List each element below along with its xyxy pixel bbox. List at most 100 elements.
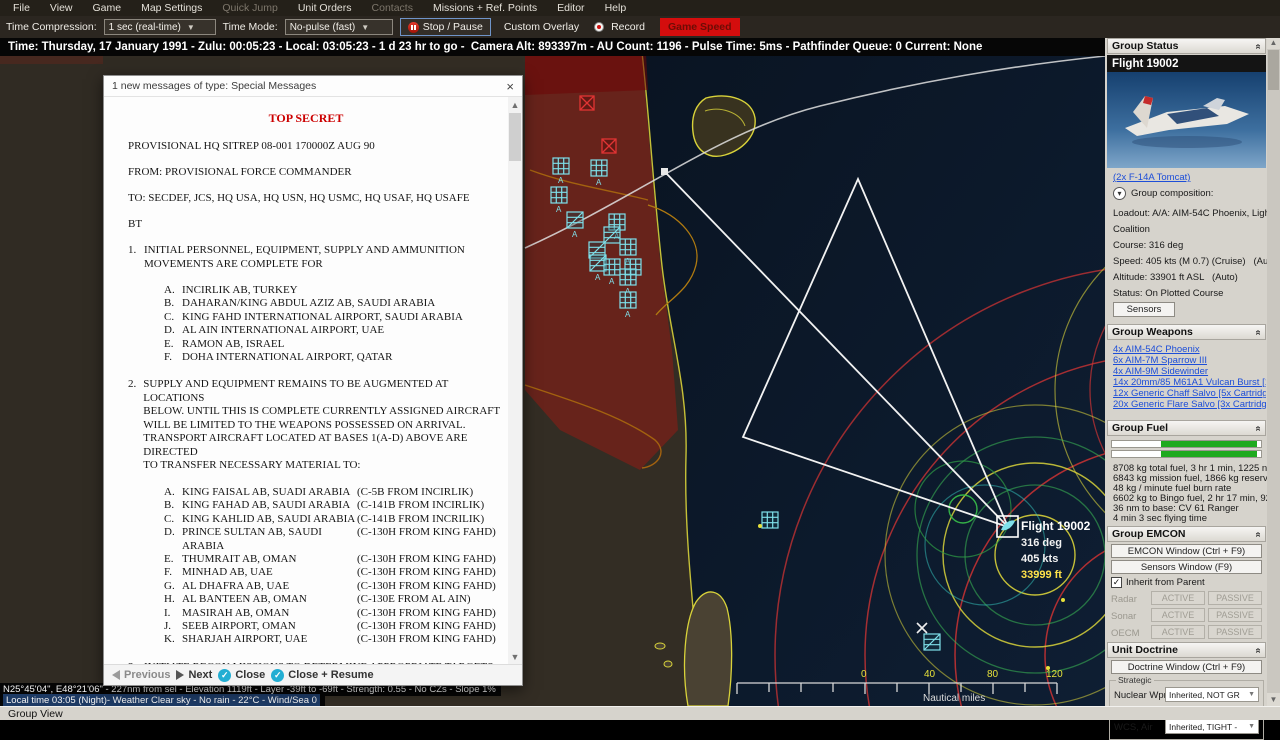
chevron-down-icon: ▼ — [1248, 691, 1255, 698]
svg-text:405 kts: 405 kts — [1021, 553, 1058, 565]
message-scrollbar[interactable]: ▲ ▼ — [508, 97, 522, 664]
panel-scrollbar[interactable]: ▲ ▼ — [1267, 36, 1280, 706]
custom-overlay-button[interactable]: Custom Overlay — [504, 21, 579, 33]
menu-game[interactable]: Game — [84, 1, 131, 15]
status-text: Status: On Plotted Course — [1113, 288, 1224, 299]
group-fuel-header[interactable]: Group Fuel « — [1107, 420, 1266, 436]
menu-unit-orders[interactable]: Unit Orders — [289, 1, 361, 15]
time-compression-label: Time Compression: — [6, 21, 97, 33]
time-mode-select[interactable]: No-pulse (fast) ▼ — [284, 19, 393, 35]
check-icon: ✓ — [271, 668, 285, 682]
time-mode-label: Time Mode: — [222, 21, 278, 33]
sitrep-list-2: A. KING FAISAL AB, SUADI ARABIA (C-5B FROM… — [164, 485, 496, 646]
oecm-label: OECM — [1111, 628, 1140, 639]
scroll-up-icon[interactable]: ▲ — [508, 97, 522, 112]
previous-icon — [112, 670, 120, 680]
scroll-down-icon[interactable]: ▼ — [508, 649, 522, 664]
chevron-down-icon: ▼ — [1248, 723, 1255, 730]
record-label: Record — [611, 21, 645, 33]
menu-map-settings[interactable]: Map Settings — [132, 1, 211, 15]
radar-passive-button[interactable]: PASSIVE — [1208, 591, 1262, 605]
scroll-thumb[interactable] — [509, 113, 521, 161]
collapse-icon[interactable]: « — [1253, 43, 1264, 49]
sitrep-bt: BT — [128, 218, 143, 230]
classification-banner: TOP SECRET — [268, 111, 344, 125]
group-composition-label: Group composition: — [1131, 188, 1214, 199]
svg-text:40: 40 — [924, 669, 936, 680]
svg-text:80: 80 — [987, 669, 999, 680]
menu-bar: File View Game Map Settings Quick Jump U… — [0, 0, 1280, 16]
side-text: Coalition — [1113, 224, 1150, 235]
scroll-down-icon[interactable]: ▼ — [1267, 693, 1280, 706]
game-speed-button[interactable]: Game Speed — [659, 18, 740, 36]
next-button[interactable]: Next — [176, 669, 212, 681]
time-compression-select[interactable]: 1 sec (real-time) ▼ — [103, 19, 216, 35]
special-messages-window: 1 new messages of type: Special Messages… — [103, 75, 523, 686]
menu-missions-ref-points[interactable]: Missions + Ref. Points — [424, 1, 546, 15]
doctrine-window-button[interactable]: Doctrine Window (Ctrl + F9) — [1111, 660, 1262, 674]
sensors-button[interactable]: Sensors — [1113, 302, 1175, 317]
scroll-thumb[interactable] — [1268, 50, 1279, 90]
svg-text:A: A — [596, 178, 602, 187]
sitrep-to: TO: SECDEF, JCS, HQ USA, HQ USN, HQ USMC… — [128, 192, 470, 204]
group-status-header[interactable]: Group Status « — [1107, 38, 1266, 54]
nuclear-wpn-label: Nuclear Wpn — [1114, 690, 1169, 701]
previous-button[interactable]: Previous — [112, 669, 170, 681]
loadout-text: Loadout: A/A: AIM-54C Phoenix, Light+ Ba… — [1113, 208, 1268, 219]
record-radio[interactable] — [594, 22, 605, 32]
unit-type-link[interactable]: (2x F-14A Tomcat) — [1113, 172, 1266, 183]
message-footer: Previous Next ✓ Close ✓ Close + Resume — [104, 664, 522, 685]
weapon-link[interactable]: 14x 20mm/85 M61A1 Vulcan Burst [100 rnds… — [1113, 377, 1266, 388]
oecm-passive-button[interactable]: PASSIVE — [1208, 625, 1262, 639]
chevron-circle-icon[interactable]: ▾ — [1113, 187, 1126, 200]
inherit-checkbox[interactable]: ✓ — [1111, 577, 1122, 588]
unit-doctrine-header[interactable]: Unit Doctrine « — [1107, 642, 1266, 658]
menu-contacts: Contacts — [371, 2, 413, 14]
menu-help[interactable]: Help — [596, 1, 636, 15]
sitrep-item-2: 2. SUPPLY AND EQUIPMENT REMAINS TO BE AU… — [128, 378, 501, 472]
sensors-window-button[interactable]: Sensors Window (F9) — [1111, 560, 1262, 574]
weapon-link[interactable]: 4x AIM-9M Sidewinder — [1113, 366, 1266, 377]
weapon-link[interactable]: 12x Generic Chaff Salvo [5x Cartridges] — [1113, 388, 1266, 399]
svg-text:A: A — [572, 230, 578, 239]
menu-quick-jump: Quick Jump — [222, 2, 278, 14]
islet — [663, 660, 673, 668]
weapon-link[interactable]: 20x Generic Flare Salvo [3x Cartridges, … — [1113, 399, 1266, 410]
nuclear-wpn-select[interactable]: Inherited, NOT GR ▼ — [1165, 687, 1259, 702]
close-resume-button[interactable]: ✓ Close + Resume — [271, 668, 374, 682]
group-emcon-header[interactable]: Group EMCON « — [1107, 526, 1266, 542]
wcs-air-label: WCS, Air — [1114, 722, 1153, 733]
collapse-icon[interactable]: « — [1253, 531, 1264, 537]
contact-dot[interactable] — [758, 524, 762, 528]
weapon-link[interactable]: 6x AIM-7M Sparrow III — [1113, 355, 1266, 366]
close-icon[interactable]: × — [506, 79, 514, 94]
group-weapons-header[interactable]: Group Weapons « — [1107, 324, 1266, 340]
menu-view[interactable]: View — [41, 1, 82, 15]
contact-dot[interactable] — [1061, 598, 1065, 602]
close-button[interactable]: ✓ Close — [218, 668, 265, 682]
svg-text:A: A — [558, 176, 564, 185]
message-body: TOP SECRET PROVISIONAL HQ SITREP 08-001 … — [104, 97, 522, 664]
message-window-titlebar[interactable]: 1 new messages of type: Special Messages… — [104, 76, 522, 97]
svg-text:Flight 19002: Flight 19002 — [1021, 519, 1091, 533]
sonar-active-button[interactable]: ACTIVE — [1151, 608, 1205, 622]
collapse-icon[interactable]: « — [1253, 329, 1264, 335]
fuel-gauge — [1111, 440, 1262, 448]
collapse-icon[interactable]: « — [1253, 425, 1264, 431]
wcs-air-select[interactable]: Inherited, TIGHT - ▼ — [1165, 719, 1259, 734]
emcon-window-button[interactable]: EMCON Window (Ctrl + F9) — [1111, 544, 1262, 558]
waypoint-marker[interactable] — [661, 168, 668, 175]
course-text: Course: 316 deg — [1113, 240, 1184, 251]
chevron-down-icon: ▼ — [186, 22, 195, 32]
sitrep-heading: PROVISIONAL HQ SITREP 08-001 170000Z AUG… — [128, 140, 375, 152]
weapon-link[interactable]: 4x AIM-54C Phoenix — [1113, 344, 1266, 355]
menu-editor[interactable]: Editor — [548, 1, 593, 15]
sonar-passive-button[interactable]: PASSIVE — [1208, 608, 1262, 622]
menu-file[interactable]: File — [4, 1, 39, 15]
view-mode-bar: Group View — [0, 706, 1280, 720]
check-icon: ✓ — [218, 668, 232, 682]
stop-pause-button[interactable]: Stop / Pause — [399, 18, 491, 36]
oecm-active-button[interactable]: ACTIVE — [1151, 625, 1205, 639]
radar-active-button[interactable]: ACTIVE — [1151, 591, 1205, 605]
collapse-icon[interactable]: « — [1253, 647, 1264, 653]
